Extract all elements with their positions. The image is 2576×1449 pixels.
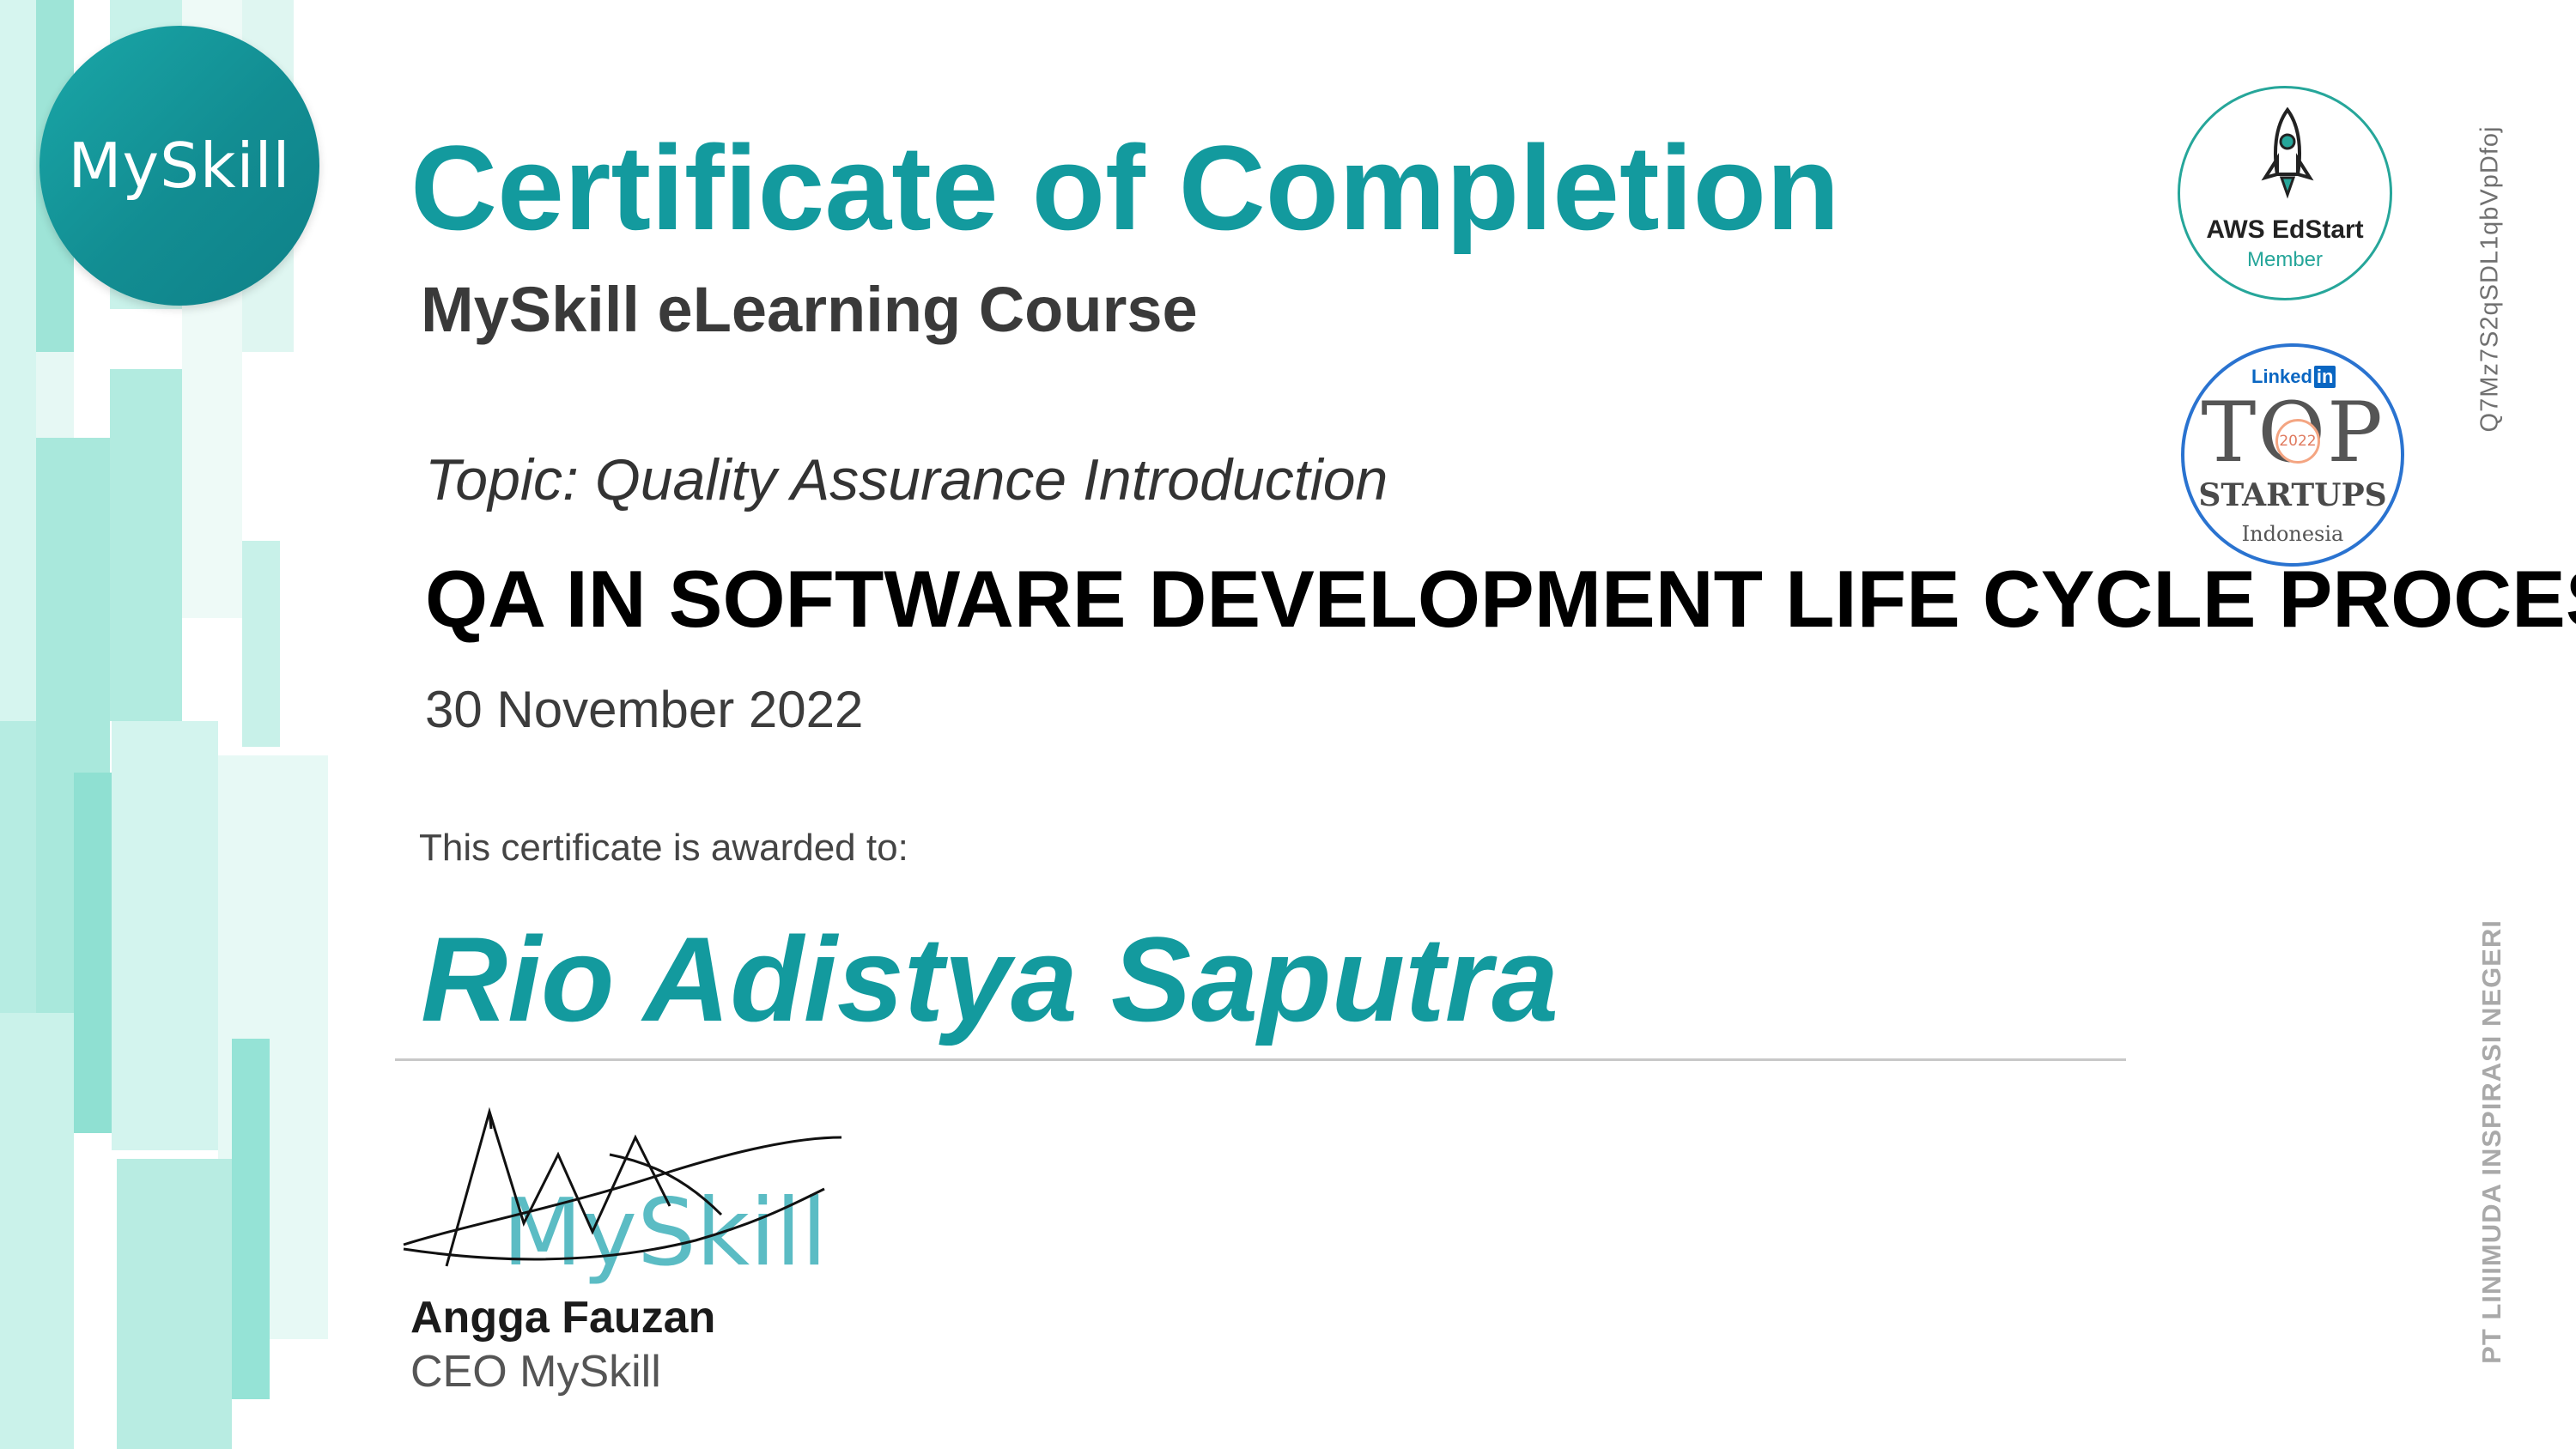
year-medal: 2022 — [2275, 419, 2320, 464]
logo-text: MySkill — [68, 130, 291, 202]
startups-label: STARTUPS — [2198, 477, 2387, 513]
certificate-title: Certificate of Completion — [410, 120, 1840, 255]
signer-title: CEO MySkill — [410, 1347, 661, 1397]
certificate-code: Q7Mz7S2qSDL1qbVpDfoj — [2476, 125, 2504, 433]
aws-badge-name: AWS EdStart — [2206, 215, 2364, 244]
company-name-container: PT LINIMUDA INSPIRASI NEGERI — [2473, 897, 2511, 1386]
recipient-name: Rio Adistya Saputra — [421, 912, 1559, 1046]
company-name: PT LINIMUDA INSPIRASI NEGERI — [2476, 919, 2506, 1364]
certificate-code-container: Q7Mz7S2qSDL1qbVpDfoj — [2473, 112, 2507, 446]
divider — [395, 1058, 2126, 1061]
aws-edstart-badge: AWS EdStart Member — [2178, 86, 2392, 300]
awarded-label: This certificate is awarded to: — [419, 827, 908, 869]
course-name: QA IN SOFTWARE DEVELOPMENT LIFE CYCLE PR… — [425, 554, 2576, 644]
signer-name: Angga Fauzan — [410, 1293, 716, 1343]
course-topic: Topic: Quality Assurance Introduction — [425, 447, 1388, 512]
rocket-icon — [2261, 106, 2314, 199]
myskill-logo: MySkill — [39, 26, 319, 306]
signature: MySkill — [403, 1106, 842, 1287]
aws-badge-subtitle: Member — [2246, 248, 2324, 271]
country-label: Indonesia — [2241, 522, 2344, 546]
certificate-subtitle: MySkill eLearning Course — [421, 274, 1198, 345]
completion-date: 30 November 2022 — [425, 681, 864, 738]
linkedin-top-startups-badge: Linkedin TOP 2022 STARTUPS Indonesia — [2181, 343, 2404, 567]
